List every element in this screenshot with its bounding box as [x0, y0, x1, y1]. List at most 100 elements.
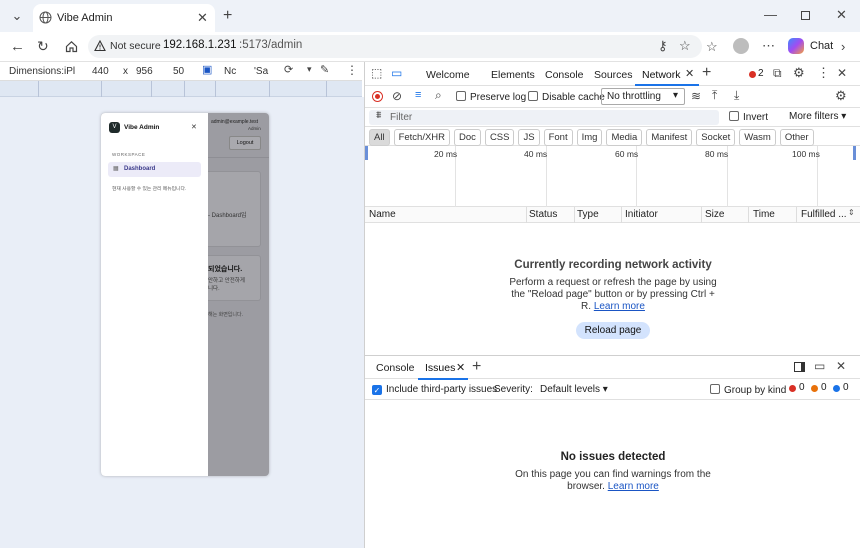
column-fulfilled[interactable]: Fulfilled ...	[801, 209, 847, 220]
favorite-star-icon[interactable]: ☆	[679, 39, 691, 52]
omnibox[interactable]: Not secure 192.168.1.231 :5173/admin ⚷ ☆	[88, 35, 702, 58]
column-size[interactable]: Size	[705, 209, 724, 220]
filter-icon[interactable]: ≡	[415, 90, 421, 101]
close-issues-tab-icon[interactable]: ✕	[456, 361, 465, 374]
type-filter-other[interactable]: Other	[779, 129, 814, 146]
device-select[interactable]: iPl	[64, 66, 75, 77]
network-select[interactable]: Nc	[224, 66, 236, 77]
error-icon[interactable]	[749, 71, 756, 78]
back-icon[interactable]: ←	[10, 39, 25, 54]
type-filter-fetch[interactable]: Fetch/XHR	[393, 129, 451, 146]
tab-console[interactable]: Console	[545, 69, 584, 81]
security-label[interactable]: Not secure	[110, 40, 161, 52]
browser-tab[interactable]: Vibe Admin ✕	[33, 4, 215, 32]
more-menu-icon[interactable]: ⋯	[762, 39, 775, 52]
add-tab-icon[interactable]: +	[702, 65, 711, 81]
height-input[interactable]: 956	[136, 66, 153, 77]
favorites-icon[interactable]: ☆	[706, 40, 718, 53]
rotate-icon[interactable]: ⟳	[284, 65, 293, 76]
zoom-select[interactable]: 50	[173, 66, 184, 77]
timeline-overview[interactable]: 20 ms 40 ms 60 ms 80 ms 100 ms	[365, 146, 860, 207]
chat-label[interactable]: Chat	[810, 40, 833, 52]
inspect-icon[interactable]: ⬚	[371, 67, 382, 79]
url-host[interactable]: 192.168.1.231	[163, 39, 237, 51]
type-filter-doc[interactable]: Doc	[454, 129, 481, 146]
issues-learn-more-link[interactable]: Learn more	[608, 481, 659, 492]
connections-icon[interactable]: ⧉	[773, 67, 782, 79]
close-drawer-icon[interactable]: ✕	[191, 123, 197, 131]
invert-checkbox[interactable]: Invert	[729, 111, 768, 123]
filter-input[interactable]: ⩩ Filter	[369, 110, 719, 125]
third-party-checkbox[interactable]: ✓ Include third-party issues	[372, 384, 497, 395]
severity-select[interactable]: Default levels ▾	[540, 384, 608, 395]
drawer-tab-console[interactable]: Console	[376, 362, 415, 374]
copilot-icon[interactable]	[788, 38, 804, 54]
type-filter-manifest[interactable]: Manifest	[646, 129, 693, 146]
learn-more-link[interactable]: Learn more	[594, 301, 645, 312]
type-filter-socket[interactable]: Socket	[696, 129, 736, 146]
home-icon[interactable]	[65, 40, 78, 53]
reload-page-button[interactable]: Reload page	[575, 322, 651, 339]
dock-side-icon[interactable]	[794, 362, 805, 372]
ua-select[interactable]: 'Sa	[254, 66, 268, 77]
more-filters-button[interactable]: More filters ▾	[789, 111, 846, 122]
new-tab-icon[interactable]: +	[223, 8, 232, 24]
type-filter-font[interactable]: Font	[543, 129, 573, 146]
logout-button[interactable]: Logout	[229, 136, 261, 150]
preserve-log-checkbox[interactable]: Preserve log	[456, 91, 526, 103]
search-icon[interactable]: ⌕	[435, 89, 442, 101]
type-filter-img[interactable]: Img	[576, 129, 603, 146]
group-by-kind-checkbox[interactable]: Group by kind	[710, 384, 786, 396]
key-icon[interactable]: ⚷	[658, 39, 668, 52]
device-more-icon[interactable]: ⋮	[346, 64, 358, 76]
close-network-tab-icon[interactable]: ✕	[685, 67, 694, 80]
minimize-icon[interactable]: —	[764, 8, 777, 21]
import-har-icon[interactable]: ⤒	[712, 89, 717, 101]
clear-icon[interactable]: ⊘	[392, 90, 402, 102]
error-count[interactable]: 2	[758, 68, 764, 79]
media-query-ruler[interactable]	[0, 81, 362, 97]
reload-icon[interactable]: ↻	[37, 39, 49, 53]
column-type[interactable]: Type	[577, 209, 599, 220]
tab-sources[interactable]: Sources	[594, 69, 633, 81]
profile-avatar[interactable]	[733, 38, 749, 54]
url-path[interactable]: :5173/admin	[239, 39, 302, 51]
column-name[interactable]: Name	[369, 209, 396, 220]
type-filter-wasm[interactable]: Wasm	[739, 129, 776, 146]
tab-elements[interactable]: Elements	[491, 69, 535, 81]
tab-network[interactable]: Network ✕	[635, 62, 699, 86]
tab-list-chevron-icon[interactable]: ⌄	[10, 9, 24, 22]
type-filter-css[interactable]: CSS	[484, 129, 515, 146]
close-tab-icon[interactable]: ✕	[197, 11, 208, 24]
pen-icon[interactable]: ✎	[320, 65, 329, 76]
close-devtools-icon[interactable]: ✕	[837, 67, 847, 79]
screenshot-icon[interactable]: ▣	[202, 65, 212, 76]
column-initiator[interactable]: Initiator	[625, 209, 658, 220]
disable-cache-checkbox[interactable]: Disable cache	[528, 91, 605, 103]
nav-item-dashboard[interactable]: ▦ Dashboard	[108, 162, 201, 177]
type-filter-media[interactable]: Media	[606, 129, 643, 146]
drawer-tab-issues[interactable]: Issues ✕	[418, 356, 468, 380]
drawer-add-tab-icon[interactable]: +	[472, 359, 481, 375]
close-window-icon[interactable]: ✕	[836, 8, 847, 21]
settings-gear-icon[interactable]: ⚙	[793, 66, 805, 79]
type-filter-all[interactable]: All	[369, 129, 390, 146]
width-input[interactable]: 440	[92, 66, 109, 77]
column-time[interactable]: Time	[753, 209, 775, 220]
devtools-more-icon[interactable]: ⋮	[817, 66, 830, 79]
screencast-icon[interactable]: ▭	[814, 360, 825, 372]
column-status[interactable]: Status	[529, 209, 557, 220]
maximize-icon[interactable]	[801, 11, 810, 20]
export-har-icon[interactable]: ⤓	[734, 89, 739, 101]
throttling-select[interactable]: No throttling ▾	[601, 88, 685, 105]
device-toggle-icon[interactable]: ▭	[391, 67, 402, 79]
wifi-settings-icon[interactable]: ≋	[691, 90, 701, 102]
record-icon[interactable]	[372, 91, 383, 102]
sort-icon[interactable]: ⇕	[848, 208, 855, 217]
dropdown-icon[interactable]: ▾	[307, 65, 312, 74]
network-settings-icon[interactable]: ⚙	[835, 89, 847, 102]
type-filter-js[interactable]: JS	[518, 129, 540, 146]
sidebar-chevron-icon[interactable]: ›	[841, 40, 845, 53]
warning-icon[interactable]	[94, 40, 106, 52]
close-drawer-panel-icon[interactable]: ✕	[836, 360, 846, 372]
